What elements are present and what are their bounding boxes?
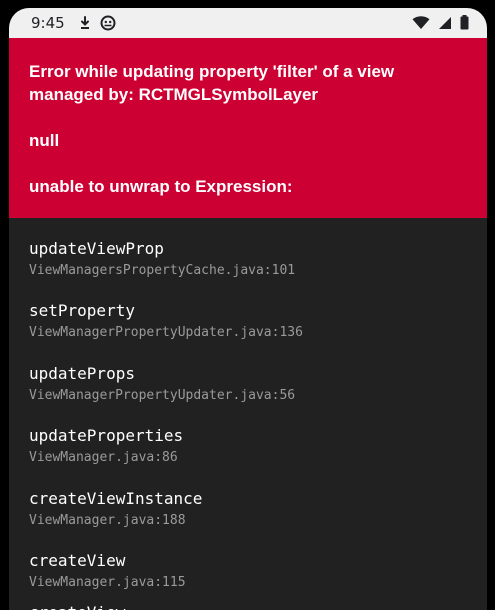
frame-location: ViewManagersPropertyCache.java:101 bbox=[29, 263, 296, 278]
stack-frame[interactable]: updateProperties ViewManager.java:86 bbox=[29, 426, 469, 467]
frame-method: createView bbox=[29, 603, 469, 610]
frame-location: ViewManagerPropertyUpdater.java:136 bbox=[29, 325, 303, 340]
stack-frame[interactable]: setProperty ViewManagerPropertyUpdater.j… bbox=[29, 301, 469, 342]
frame-location: ViewManager.java:115 bbox=[29, 575, 186, 590]
download-icon bbox=[79, 16, 91, 30]
wifi-icon bbox=[412, 15, 430, 30]
stack-frame[interactable]: updateProps ViewManagerPropertyUpdater.j… bbox=[29, 364, 469, 405]
error-reason: unable to unwrap to Expression: bbox=[29, 177, 293, 196]
stack-trace-list: updateViewProp ViewManagersPropertyCache… bbox=[9, 218, 487, 610]
phone-screen: 9:45 Error while updating property 'filt… bbox=[9, 8, 487, 610]
status-time: 9:45 bbox=[31, 14, 65, 32]
stack-frame[interactable]: createView bbox=[29, 603, 469, 610]
error-message: Error while updating property 'filter' o… bbox=[29, 62, 395, 104]
error-banner: Error while updating property 'filter' o… bbox=[9, 38, 487, 218]
stack-frame[interactable]: createViewInstance ViewManager.java:188 bbox=[29, 489, 469, 530]
frame-location: ViewManagerPropertyUpdater.java:56 bbox=[29, 388, 296, 403]
frame-method: updateViewProp bbox=[29, 239, 164, 258]
status-right-icons bbox=[412, 15, 469, 30]
stack-frame[interactable]: updateViewProp ViewManagersPropertyCache… bbox=[29, 239, 469, 280]
frame-location: ViewManager.java:188 bbox=[29, 513, 186, 528]
frame-location: ViewManager.java:86 bbox=[29, 450, 178, 465]
status-left-icons bbox=[79, 15, 116, 31]
frame-method: updateProps bbox=[29, 364, 135, 383]
frame-method: updateProperties bbox=[29, 426, 184, 445]
frame-method: setProperty bbox=[29, 301, 135, 320]
stack-frame[interactable]: createView ViewManager.java:115 bbox=[29, 551, 469, 592]
frame-method: createView bbox=[29, 551, 126, 570]
error-detail: null bbox=[29, 131, 60, 150]
status-bar: 9:45 bbox=[9, 8, 487, 38]
cell-signal-icon bbox=[438, 16, 452, 30]
battery-icon bbox=[460, 15, 469, 30]
android-debug-icon bbox=[100, 15, 116, 31]
frame-method: createViewInstance bbox=[29, 489, 203, 508]
